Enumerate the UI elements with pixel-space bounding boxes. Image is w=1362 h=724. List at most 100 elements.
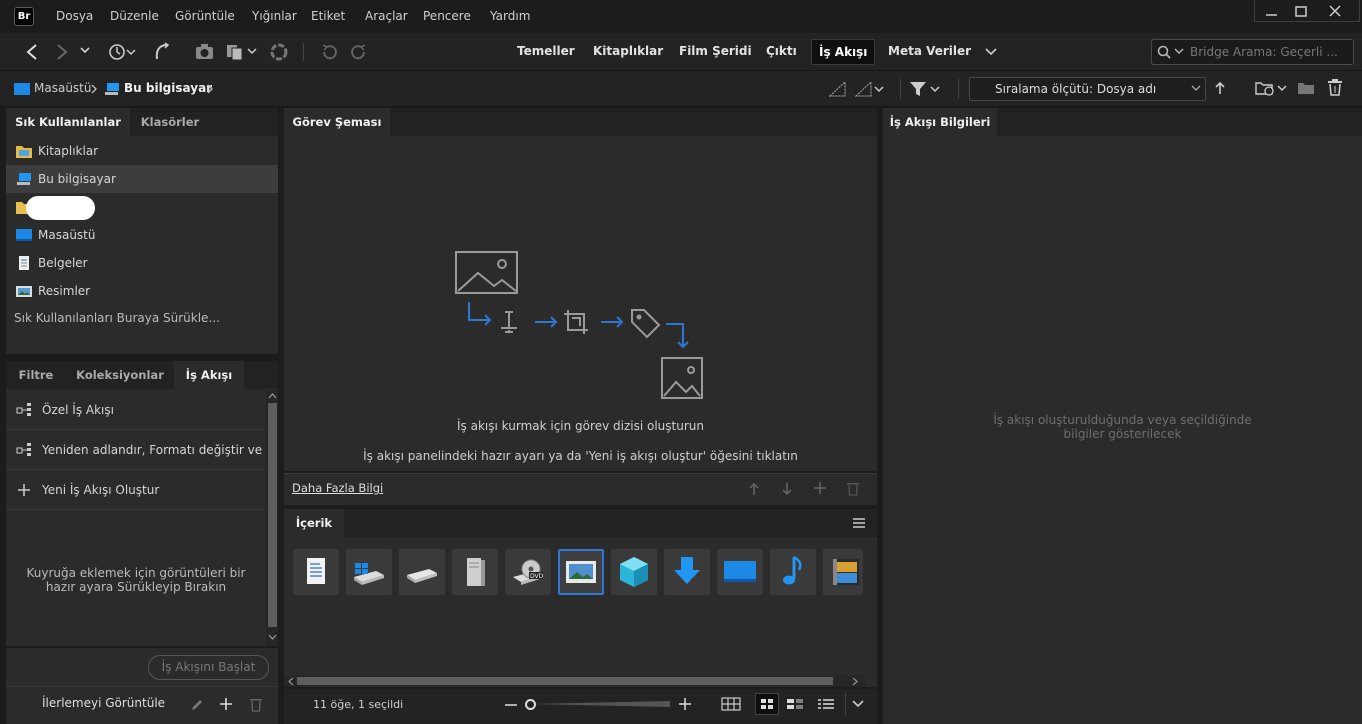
filter-icon[interactable] xyxy=(909,80,943,98)
tab-task-schema[interactable]: Görev Şeması xyxy=(284,108,390,136)
add-icon[interactable] xyxy=(219,697,233,711)
menu-yiginlar[interactable]: Yığınlar xyxy=(252,9,297,23)
move-up-icon[interactable] xyxy=(748,482,760,496)
this-pc-icon xyxy=(104,81,120,97)
chevron-down-icon xyxy=(1191,85,1201,93)
tab-collections[interactable]: Koleksiyonlar xyxy=(66,361,174,389)
more-info-link[interactable]: Daha Fazla Bilgi xyxy=(292,481,383,495)
content-drive[interactable] xyxy=(399,549,445,595)
tab-folders[interactable]: Klasörler xyxy=(130,108,210,136)
close-button[interactable] xyxy=(1324,4,1346,20)
zoom-in-icon[interactable] xyxy=(679,698,691,710)
content-windows-drive[interactable] xyxy=(346,549,392,595)
breadcrumb-chevron-icon[interactable] xyxy=(90,83,98,95)
rotate-left-icon[interactable] xyxy=(320,43,338,61)
edit-pencil-icon[interactable] xyxy=(190,698,204,712)
new-folder-icon[interactable] xyxy=(1297,80,1315,96)
workspace-kitapliklar[interactable]: Kitaplıklar xyxy=(593,44,663,58)
tab-content[interactable]: İçerik xyxy=(284,509,344,537)
workspace-is-akisi[interactable]: İş Akışı xyxy=(811,39,876,65)
refine-icon[interactable] xyxy=(226,43,260,61)
view-details-icon[interactable] xyxy=(786,698,804,710)
content-pictures[interactable] xyxy=(558,549,604,595)
breadcrumb-masaustu[interactable]: Masaüstü xyxy=(34,81,91,95)
thumbnail-size-slider-knob[interactable] xyxy=(525,699,536,710)
workspace-cikti[interactable]: Çıktı xyxy=(766,44,797,58)
menu-etiket[interactable]: Etiket xyxy=(311,9,345,23)
scroll-right-icon[interactable] xyxy=(852,677,859,686)
workflow-item-rename[interactable]: Yeniden adlandır, Formatı değiştir ve Y.… xyxy=(6,430,266,470)
add-task-icon[interactable] xyxy=(813,481,827,495)
recent-clock-icon[interactable] xyxy=(108,42,136,62)
view-list-icon[interactable] xyxy=(817,698,835,710)
start-workflow-button[interactable]: İş Akışını Başlat xyxy=(148,655,269,680)
item-count-status: 11 öğe, 1 seçildi xyxy=(313,698,404,711)
chevron-down-icon[interactable] xyxy=(852,699,864,708)
view-progress-label[interactable]: İlerlemeyi Görüntüle xyxy=(42,696,165,710)
recent-folders-icon[interactable] xyxy=(1255,79,1289,97)
quality-icon[interactable] xyxy=(829,80,847,98)
search-box[interactable]: Bridge Arama: Geçerli ... xyxy=(1151,39,1354,65)
content-document[interactable] xyxy=(293,549,339,595)
scroll-down-icon[interactable] xyxy=(268,634,277,641)
content-downloads[interactable] xyxy=(664,549,710,595)
favorite-resimler[interactable]: Resimler xyxy=(6,277,278,305)
minimize-button[interactable] xyxy=(1261,4,1283,20)
search-input[interactable]: Bridge Arama: Geçerli ... xyxy=(1190,45,1338,59)
scroll-left-icon[interactable] xyxy=(287,677,294,686)
scroll-up-icon[interactable] xyxy=(268,392,277,399)
delete-icon[interactable] xyxy=(1327,78,1343,96)
tab-workflow[interactable]: İş Akışı xyxy=(174,361,244,389)
content-3d-objects[interactable] xyxy=(611,549,657,595)
delete-icon[interactable] xyxy=(249,696,263,712)
chevron-down-icon[interactable] xyxy=(79,46,91,56)
menu-pencere[interactable]: Pencere xyxy=(423,9,471,23)
tab-favorites[interactable]: Sık Kullanılanlar xyxy=(6,108,130,136)
workflow-scrollbar-thumb[interactable] xyxy=(268,403,277,627)
favorite-kitapliklar[interactable]: Kitaplıklar xyxy=(6,137,278,165)
create-workflow-button[interactable]: Yeni İş Akışı Oluştur xyxy=(6,470,266,510)
delete-task-icon[interactable] xyxy=(846,480,860,496)
forward-icon[interactable] xyxy=(54,43,70,61)
workspace-temeller[interactable]: Temeller xyxy=(517,44,575,58)
search-icon[interactable] xyxy=(1157,45,1187,59)
workflow-item-custom[interactable]: Özel İş Akışı xyxy=(6,390,266,430)
workspace-film-seridi[interactable]: Film Şeridi xyxy=(679,44,752,58)
workflow-icon xyxy=(16,402,34,418)
boomerang-icon[interactable] xyxy=(152,42,170,62)
zoom-out-icon[interactable] xyxy=(505,703,517,707)
content-videos[interactable] xyxy=(823,549,863,595)
favorite-masaustu[interactable]: Masaüstü xyxy=(6,221,278,249)
sort-dropdown[interactable]: Sıralama ölçütü: Dosya adı xyxy=(969,77,1206,101)
move-down-icon[interactable] xyxy=(781,482,793,496)
content-music[interactable] xyxy=(770,549,816,595)
creative-cloud-icon[interactable] xyxy=(270,43,288,61)
breadcrumb-chevron-icon[interactable] xyxy=(206,83,214,95)
thumbnail-quality-icon[interactable] xyxy=(855,80,887,98)
menu-yardim[interactable]: Yardım xyxy=(490,9,530,23)
breadcrumb-bu-bilgisayar[interactable]: Bu bilgisayar xyxy=(124,81,212,95)
content-desktop-folder[interactable] xyxy=(717,549,763,595)
tab-filter[interactable]: Filtre xyxy=(6,361,66,389)
panel-menu-icon[interactable] xyxy=(852,517,866,529)
menu-araclar[interactable]: Araçlar xyxy=(365,9,408,23)
menu-dosya[interactable]: Dosya xyxy=(56,9,93,23)
content-h-scrollbar-thumb[interactable] xyxy=(297,677,833,685)
workspace-more-chevron-icon[interactable] xyxy=(984,47,998,57)
maximize-button[interactable] xyxy=(1290,4,1312,20)
favorites-drop-hint: Sık Kullanılanları Buraya Sürükle... xyxy=(14,311,220,325)
view-thumbnails-button[interactable] xyxy=(755,693,779,715)
rotate-right-icon[interactable] xyxy=(350,43,368,61)
content-tower-drive[interactable] xyxy=(452,549,498,595)
workspace-meta-veriler[interactable]: Meta Veriler xyxy=(888,44,971,58)
favorite-belgeler[interactable]: Belgeler xyxy=(6,249,278,277)
tab-workflow-info[interactable]: İş Akışı Bilgileri xyxy=(883,108,997,136)
sort-ascending-icon[interactable] xyxy=(1214,80,1226,96)
favorite-bu-bilgisayar[interactable]: Bu bilgisayar xyxy=(6,165,278,193)
menu-duzenle[interactable]: Düzenle xyxy=(110,9,159,23)
back-icon[interactable] xyxy=(24,43,40,61)
menu-goruntule[interactable]: Görüntüle xyxy=(175,9,235,23)
camera-import-icon[interactable] xyxy=(195,43,215,61)
grid-lock-icon[interactable] xyxy=(721,697,741,711)
content-dvd-drive[interactable]: DVD xyxy=(505,549,551,595)
